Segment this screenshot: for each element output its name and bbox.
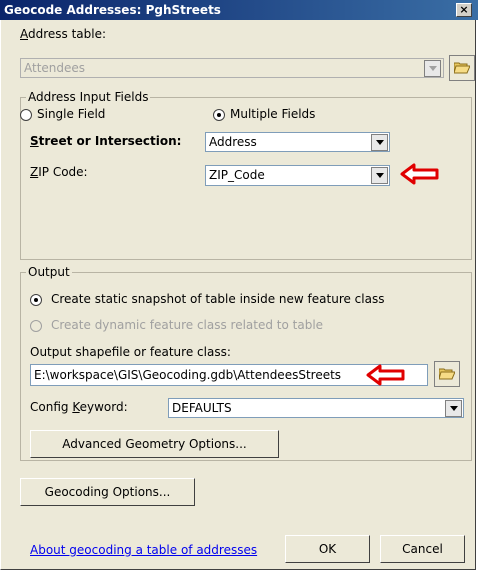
address-input-fields-title: Address Input Fields [26,90,151,104]
zip-code-label-text: IP Code: [38,165,88,179]
single-field-radio[interactable] [20,109,32,121]
chevron-down-icon[interactable] [371,134,388,151]
config-keyword-label: Config Keyword: [30,400,128,414]
output-browse-button[interactable] [434,361,460,387]
zip-code-select[interactable]: ZIP_Code [205,165,390,186]
output-shapefile-value: E:\workspace\GIS\Geocoding.gdb\Attendees… [34,368,342,382]
address-table-browse-button[interactable] [449,55,475,81]
red-arrow-annotation-icon [366,364,405,386]
chevron-down-icon[interactable] [424,60,441,77]
config-keyword-select[interactable]: DEFAULTS [168,398,464,418]
help-link[interactable]: About geocoding a table of addresses [30,543,257,557]
folder-open-icon [454,62,470,74]
address-table-label: Address table: [20,27,107,41]
output-shapefile-label: Output shapefile or feature class: [30,345,231,359]
address-table-label-text: ddress table: [28,27,107,41]
geocoding-options-label: Geocoding Options... [44,485,171,499]
output-title: Output [26,265,72,279]
zip-code-label: ZIP Code: [30,165,88,179]
address-table-select[interactable]: Attendees [20,58,444,78]
street-field-value: Address [209,135,257,149]
chevron-down-icon[interactable] [371,167,388,184]
config-keyword-label-text: eyword: [79,400,128,414]
street-intersection-label-text: treet or Intersection: [38,134,182,148]
ok-label: OK [318,542,337,556]
cancel-label: Cancel [402,542,443,556]
red-arrow-annotation-icon [400,163,439,185]
multiple-fields-label[interactable]: Multiple Fields [230,107,315,121]
static-snapshot-radio[interactable] [30,294,42,306]
chevron-down-icon[interactable] [445,400,462,417]
street-field-select[interactable]: Address [205,132,390,152]
geocoding-options-button[interactable]: Geocoding Options... [20,478,195,506]
multiple-fields-radio[interactable] [213,109,225,121]
single-field-label[interactable]: Single Field [37,107,105,121]
config-keyword-value: DEFAULTS [172,401,232,415]
zip-code-value: ZIP_Code [209,168,265,182]
cancel-button[interactable]: Cancel [380,535,465,563]
address-table-value: Attendees [24,61,86,75]
static-snapshot-label[interactable]: Create static snapshot of table inside n… [51,292,384,306]
advanced-geometry-options-label: Advanced Geometry Options... [62,437,247,451]
dynamic-feature-class-label: Create dynamic feature class related to … [51,318,324,332]
street-intersection-label: Street or Intersection: [30,134,182,148]
advanced-geometry-options-button[interactable]: Advanced Geometry Options... [30,430,279,458]
folder-open-icon [439,368,455,380]
dynamic-feature-class-radio [30,320,42,332]
ok-button[interactable]: OK [285,535,370,563]
close-button[interactable]: × [456,3,472,17]
window-title: Geocode Addresses: PghStreets [4,3,221,17]
